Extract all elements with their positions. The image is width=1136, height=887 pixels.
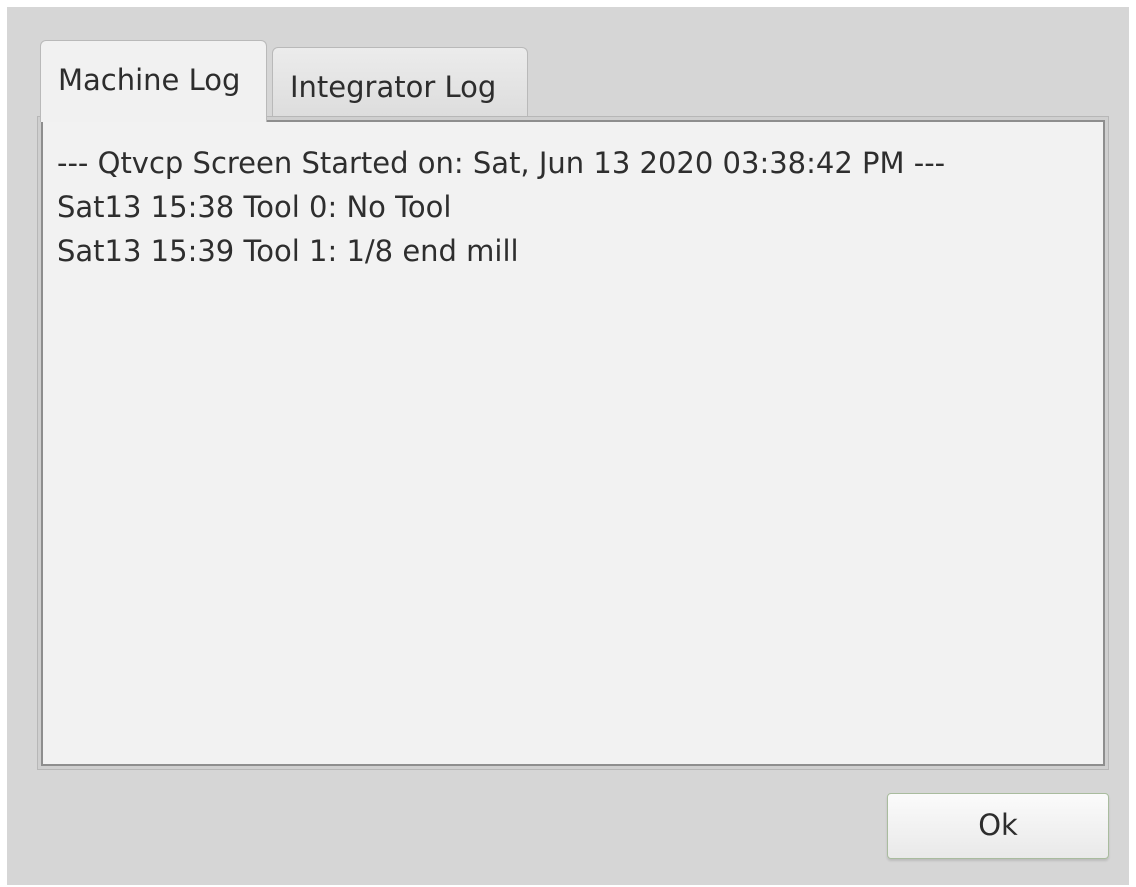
ok-button[interactable]: Ok — [887, 793, 1109, 859]
log-line: Sat13 15:38 Tool 0: No Tool — [57, 190, 452, 224]
tab-panel: --- Qtvcp Screen Started on: Sat, Jun 13… — [37, 116, 1109, 770]
tab-machine-log[interactable]: Machine Log — [40, 40, 267, 122]
log-line: Sat13 15:39 Tool 1: 1/8 end mill — [57, 234, 519, 268]
tab-integrator-log[interactable]: Integrator Log — [272, 47, 528, 120]
tab-machine-log-label: Machine Log — [58, 63, 241, 97]
log-dialog: Machine Log Integrator Log --- Qtvcp Scr… — [7, 7, 1129, 885]
log-line: --- Qtvcp Screen Started on: Sat, Jun 13… — [57, 146, 946, 180]
machine-log-text-area[interactable]: --- Qtvcp Screen Started on: Sat, Jun 13… — [41, 120, 1105, 766]
tab-integrator-log-label: Integrator Log — [290, 70, 497, 104]
